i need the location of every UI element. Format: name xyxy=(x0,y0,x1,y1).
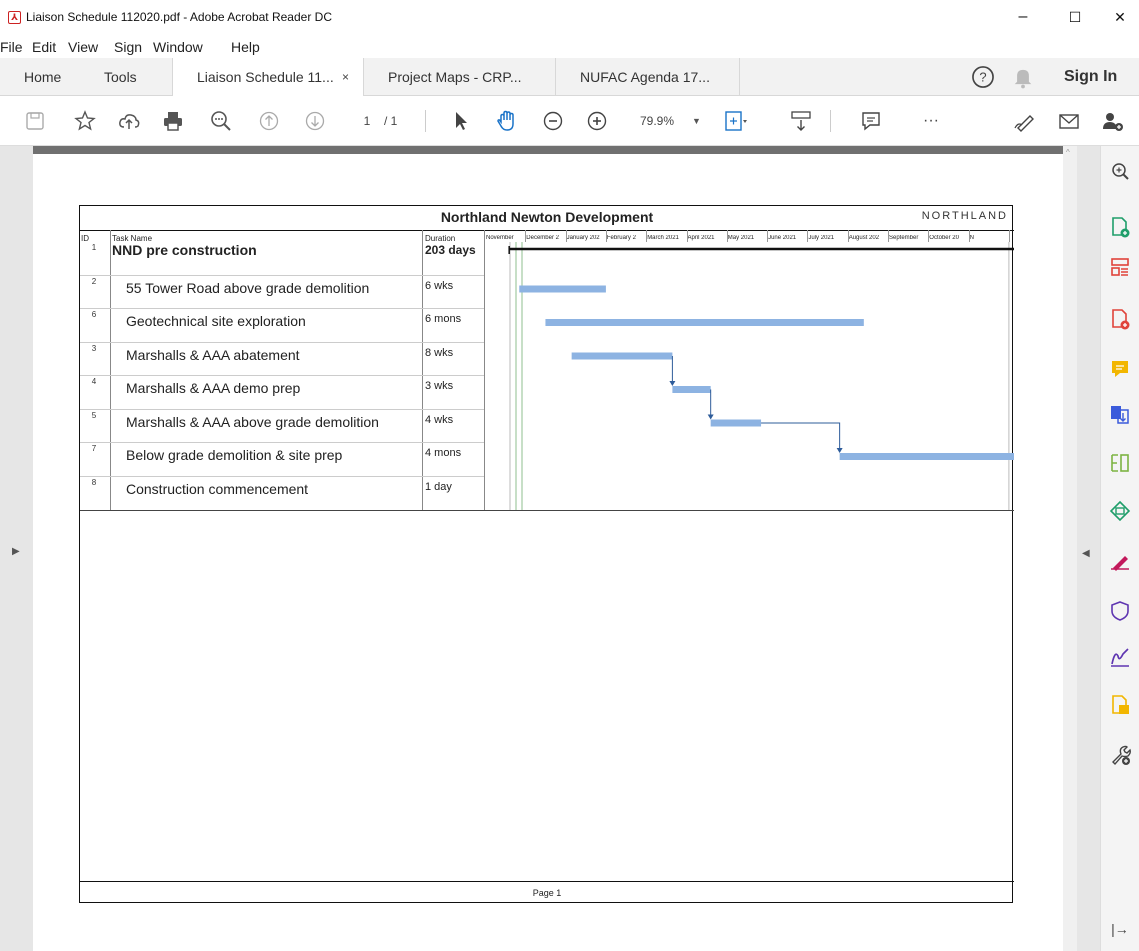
collapse-pane-icon[interactable]: |→ xyxy=(1109,921,1131,943)
menu-window[interactable]: Window xyxy=(153,39,203,55)
next-page-icon[interactable] xyxy=(302,108,328,134)
menu-bar: File Edit View Sign Window Help xyxy=(0,36,1139,58)
vertical-scrollbar[interactable]: ^ xyxy=(1063,146,1077,951)
sign-pen-icon[interactable] xyxy=(1012,108,1038,134)
chevron-down-icon: ▼ xyxy=(692,116,701,126)
menu-sign[interactable]: Sign xyxy=(114,39,142,55)
fit-page-icon[interactable] xyxy=(722,108,748,134)
more-tools-wrench-icon[interactable] xyxy=(1109,744,1131,766)
menu-edit[interactable]: Edit xyxy=(32,39,56,55)
scan-ocr-icon[interactable] xyxy=(1109,500,1131,522)
dependency-arrow xyxy=(836,448,843,453)
zoom-level-select[interactable]: 79.9% ▼ xyxy=(628,109,706,133)
request-signature-icon[interactable] xyxy=(1109,646,1131,668)
sign-in-button[interactable]: Sign In xyxy=(1064,58,1117,96)
right-tools-pane: |→ xyxy=(1100,146,1139,951)
task-bar xyxy=(571,352,673,360)
page-total: / 1 xyxy=(384,114,398,128)
close-window-button[interactable]: ✕ xyxy=(1097,4,1139,30)
scrolling-mode-icon[interactable] xyxy=(788,108,814,134)
hand-tool-icon[interactable] xyxy=(494,108,520,134)
close-tab-icon[interactable]: × xyxy=(342,58,349,96)
notifications-bell-icon[interactable] xyxy=(1010,64,1032,89)
dependency-arrow xyxy=(669,381,676,386)
cloud-upload-icon[interactable] xyxy=(116,108,142,134)
dependency-link xyxy=(761,422,841,452)
tab-liaison-schedule[interactable]: Liaison Schedule 11... × xyxy=(172,58,364,97)
zoom-in-icon[interactable] xyxy=(584,108,610,134)
svg-text:?: ? xyxy=(979,70,986,85)
edit-pdf-icon[interactable] xyxy=(1109,452,1131,474)
comment-icon[interactable] xyxy=(858,108,884,134)
toolbar-divider xyxy=(830,110,831,132)
select-pointer-icon[interactable] xyxy=(448,108,474,134)
save-icon[interactable] xyxy=(22,108,48,134)
create-pdf-icon[interactable] xyxy=(1109,216,1131,238)
page-top-edge xyxy=(33,146,1063,154)
menu-file[interactable]: File xyxy=(0,39,23,55)
gantt-chart xyxy=(508,242,1014,510)
tab-home[interactable]: Home xyxy=(24,58,61,96)
fill-sign-icon[interactable] xyxy=(1109,550,1131,572)
share-user-icon[interactable] xyxy=(1100,108,1126,134)
email-envelope-icon[interactable] xyxy=(1056,108,1082,134)
acrobat-app-icon: ⅄ xyxy=(8,11,21,24)
task-bar xyxy=(545,319,864,326)
tab-tools[interactable]: Tools xyxy=(104,58,137,96)
tab-label: Project Maps - CRP... xyxy=(388,69,522,85)
tab-label: NUFAC Agenda 17... xyxy=(580,69,710,85)
scroll-up-icon[interactable]: ^ xyxy=(1066,148,1070,157)
comment-tool-icon[interactable] xyxy=(1109,358,1131,380)
tab-project-maps[interactable]: Project Maps - CRP... xyxy=(364,58,556,96)
menu-view[interactable]: View xyxy=(68,39,98,55)
toolbar-divider xyxy=(425,110,426,132)
help-icon[interactable]: ? xyxy=(970,64,994,88)
maximize-button[interactable]: ☐ xyxy=(1052,4,1098,30)
task-bar xyxy=(839,453,1014,460)
combine-files-icon[interactable] xyxy=(1109,404,1131,426)
print-icon[interactable] xyxy=(160,108,186,134)
more-tools-icon[interactable]: ··· xyxy=(918,108,944,134)
window-title: Liaison Schedule 112020.pdf - Adobe Acro… xyxy=(26,10,332,24)
protect-shield-icon[interactable] xyxy=(1109,600,1131,622)
zoom-out-icon[interactable] xyxy=(540,108,566,134)
title-bar: ⅄ Liaison Schedule 112020.pdf - Adobe Ac… xyxy=(0,0,1139,34)
zoom-value: 79.9% xyxy=(640,114,675,128)
expand-left-panel-icon[interactable]: ▶ xyxy=(12,546,20,557)
collapse-right-panel-icon[interactable]: ◀ xyxy=(1082,548,1090,559)
minimize-button[interactable]: – xyxy=(1000,4,1046,30)
task-bar xyxy=(519,285,606,293)
previous-page-icon[interactable] xyxy=(256,108,282,134)
export-pdf-icon[interactable] xyxy=(1109,308,1131,330)
organize-pages-icon[interactable] xyxy=(1109,256,1131,278)
dependency-arrow xyxy=(707,414,714,420)
page-footer: Page 1 xyxy=(80,881,1014,903)
zoom-search-icon[interactable] xyxy=(208,108,234,134)
task-bar xyxy=(672,386,711,393)
menu-help[interactable]: Help xyxy=(231,39,260,55)
tab-nufac-agenda[interactable]: NUFAC Agenda 17... xyxy=(556,58,740,96)
page-number-input[interactable]: 1 xyxy=(350,111,384,131)
task-bar xyxy=(710,419,762,427)
tab-label: Liaison Schedule 11... xyxy=(197,69,334,85)
pdf-page: Northland Newton Development NORTHLAND I… xyxy=(79,205,1014,903)
zoom-magnifier-icon[interactable] xyxy=(1109,160,1131,182)
bookmark-star-icon[interactable] xyxy=(72,108,98,134)
tab-bar: Home Tools Liaison Schedule 11... × Proj… xyxy=(0,58,1139,97)
send-review-icon[interactable] xyxy=(1109,694,1131,716)
toolbar: 1 / 1 79.9% ▼ ··· xyxy=(0,96,1139,146)
